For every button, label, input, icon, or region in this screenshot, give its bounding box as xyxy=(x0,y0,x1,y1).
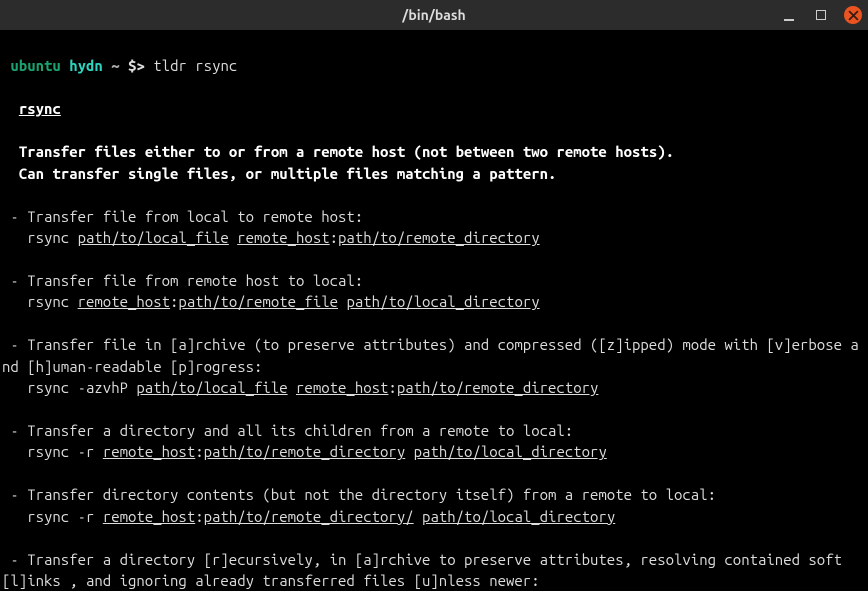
window-controls xyxy=(780,6,862,24)
command-text: tldr rsync xyxy=(153,57,237,74)
tldr-entries: - Transfer file from local to remote hos… xyxy=(2,208,859,589)
tldr-sep xyxy=(229,229,237,246)
terminal-output[interactable]: ubuntu hydn ~ $> tldr rsync rsync Transf… xyxy=(0,30,868,526)
tldr-entry-label: - Transfer file from local to remote hos… xyxy=(2,208,363,225)
tldr-arg: path/to/local_file xyxy=(78,229,229,246)
tldr-entry-label: - Transfer directory contents (but not t… xyxy=(2,486,716,503)
tldr-arg: path/to/local_directory xyxy=(422,508,615,525)
tldr-entry-label: - Transfer a directory and all its child… xyxy=(2,422,573,439)
tldr-arg: remote_host xyxy=(296,379,388,396)
tldr-desc-line1: Transfer files either to or from a remot… xyxy=(19,143,674,160)
tldr-desc-line2: Can transfer single files, or multiple f… xyxy=(19,165,557,182)
tldr-arg: path/to/remote_directory xyxy=(338,229,540,246)
prompt-cwd: ~ xyxy=(111,57,119,74)
close-icon[interactable] xyxy=(844,6,862,24)
minimize-icon[interactable] xyxy=(780,6,798,24)
tldr-entry-command: rsync path/to/local_file remote_host:pat… xyxy=(2,229,540,246)
prompt-line: ubuntu hydn ~ $> tldr rsync xyxy=(2,57,237,74)
window-titlebar: /bin/bash xyxy=(0,0,868,30)
tldr-arg: remote_host xyxy=(237,229,329,246)
tldr-sep: : xyxy=(195,443,203,460)
tldr-arg: path/to/remote_file xyxy=(178,293,338,310)
tldr-arg: remote_host xyxy=(78,293,170,310)
tldr-arg: path/to/local_directory xyxy=(346,293,539,310)
tldr-arg: path/to/local_directory xyxy=(414,443,607,460)
tldr-arg: remote_host xyxy=(103,508,195,525)
tldr-sep xyxy=(405,443,413,460)
tldr-arg: remote_host xyxy=(103,443,195,460)
maximize-icon[interactable] xyxy=(812,6,830,24)
prompt-user: ubuntu xyxy=(10,57,60,74)
tldr-entry-command: rsync remote_host:path/to/remote_file pa… xyxy=(2,293,540,310)
window-title: /bin/bash xyxy=(402,7,465,23)
tldr-entry-command: rsync -r remote_host:path/to/remote_dire… xyxy=(2,443,607,460)
tldr-entry-label: - Transfer file in [a]rchive (to preserv… xyxy=(2,336,859,374)
tldr-entry-label: - Transfer file from remote host to loca… xyxy=(2,272,363,289)
tldr-entry-label: - Transfer a directory [r]ecursively, in… xyxy=(2,551,842,589)
tldr-arg: path/to/local_file xyxy=(136,379,287,396)
tldr-entry-command: rsync -r remote_host:path/to/remote_dire… xyxy=(2,508,615,525)
tldr-title: rsync xyxy=(19,100,61,117)
tldr-sep: : xyxy=(195,508,203,525)
tldr-entry-command: rsync -azvhP path/to/local_file remote_h… xyxy=(2,379,598,396)
tldr-arg: path/to/remote_directory xyxy=(204,443,406,460)
prompt-symbol: $> xyxy=(128,57,145,74)
tldr-arg: path/to/remote_directory xyxy=(397,379,599,396)
tldr-sep: : xyxy=(388,379,396,396)
tldr-sep: : xyxy=(330,229,338,246)
tldr-sep xyxy=(414,508,422,525)
tldr-arg: path/to/remote_directory/ xyxy=(204,508,414,525)
tldr-sep xyxy=(288,379,296,396)
prompt-host: hydn xyxy=(69,57,103,74)
